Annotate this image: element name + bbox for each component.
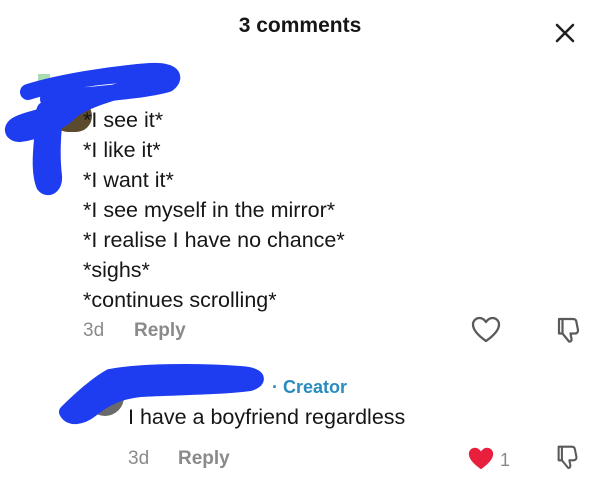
comment-line: *I see it* (83, 108, 164, 132)
reply-dislike-button[interactable] (553, 442, 583, 472)
reply-avatar[interactable] (86, 378, 124, 416)
comment-line: *I see myself in the mirror* (83, 198, 336, 222)
close-button[interactable] (548, 16, 582, 50)
reply-reply-button[interactable]: Reply (178, 448, 230, 470)
comment-line: *I realise I have no chance* (83, 228, 345, 252)
creator-badge: · Creator (272, 377, 348, 397)
comments-header-title: 3 comments (238, 14, 362, 37)
reply-body: I have a boyfriend regardless (128, 405, 406, 429)
close-icon (555, 23, 575, 43)
heart-icon (468, 447, 494, 470)
reply-timestamp: 3d (128, 448, 150, 469)
comment-reply-button[interactable]: Reply (134, 320, 186, 342)
comment-body: *I see it* *I like it* *I want it* *I se… (83, 105, 345, 315)
comment-like-button[interactable] (470, 314, 502, 346)
comment-dislike-button[interactable] (553, 314, 585, 346)
comment-line: *I want it* (83, 168, 174, 192)
thumbs-down-icon (557, 317, 580, 343)
comment-line: *sighs* (83, 258, 150, 282)
avatar[interactable] (22, 74, 92, 140)
comment-timestamp: 3d (83, 320, 105, 341)
comment-line: *continues scrolling* (83, 288, 277, 312)
thumbs-down-icon (557, 445, 578, 469)
heart-icon (471, 316, 501, 343)
reply-like-button[interactable] (466, 444, 496, 472)
reply-like-count: 1 (500, 450, 511, 470)
comment-line: *I like it* (83, 138, 161, 162)
